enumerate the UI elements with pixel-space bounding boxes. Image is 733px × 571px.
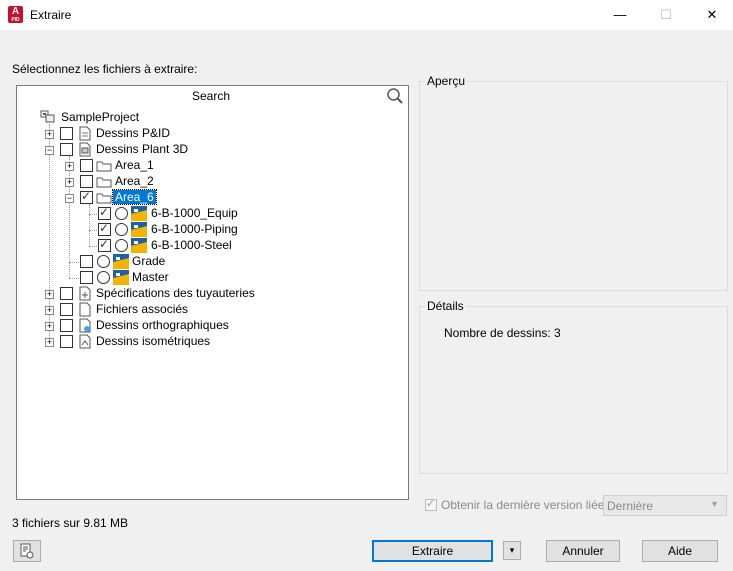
tree-item-steel[interactable]: 6-B-1000-Steel bbox=[151, 238, 232, 252]
tree-item-sampleproject[interactable]: SampleProject bbox=[61, 110, 139, 124]
drawing-count: Nombre de dessins: 3 bbox=[444, 326, 561, 340]
checkbox-master[interactable] bbox=[80, 271, 93, 284]
radio-piping[interactable] bbox=[115, 223, 128, 236]
details-title: Détails bbox=[425, 299, 466, 313]
latest-version-checkbox[interactable]: ✓ bbox=[425, 498, 437, 511]
folder-icon bbox=[96, 161, 112, 172]
checkbox-grade[interactable] bbox=[80, 255, 93, 268]
iso-drawings-icon bbox=[79, 334, 91, 349]
collapse-toggle[interactable]: − bbox=[45, 146, 54, 155]
tree-item-master[interactable]: Master bbox=[132, 270, 169, 284]
folder-icon bbox=[96, 193, 112, 204]
expand-toggle[interactable]: + bbox=[45, 290, 54, 299]
tree-item-equip[interactable]: 6-B-1000_Equip bbox=[151, 206, 238, 220]
window-title: Extraire bbox=[30, 8, 72, 22]
tree-item-grade[interactable]: Grade bbox=[132, 254, 165, 268]
plant3d-model-icon bbox=[113, 254, 129, 269]
checkbox-piping[interactable] bbox=[98, 221, 111, 236]
expand-toggle[interactable]: + bbox=[45, 338, 54, 347]
project-icon bbox=[40, 110, 55, 123]
tree-item-piping[interactable]: 6-B-1000-Piping bbox=[151, 222, 238, 236]
folder-icon bbox=[96, 177, 112, 188]
chevron-down-icon: ▾ bbox=[712, 499, 718, 510]
checkbox-equip[interactable] bbox=[98, 205, 111, 220]
tree-item-specs[interactable]: Spécifications des tuyauteries bbox=[96, 286, 255, 300]
tree-item-iso[interactable]: Dessins isométriques bbox=[96, 334, 210, 348]
plant3d-model-icon bbox=[131, 238, 147, 253]
preview-group bbox=[419, 81, 728, 291]
tree-line bbox=[89, 204, 90, 246]
plant3d-model-icon bbox=[131, 206, 147, 221]
checkbox-steel[interactable] bbox=[98, 237, 111, 252]
radio-master[interactable] bbox=[97, 271, 110, 284]
status-text: 3 fichiers sur 9.81 MB bbox=[12, 516, 129, 530]
log-icon bbox=[20, 543, 34, 559]
annuler-button[interactable]: Annuler bbox=[546, 540, 620, 562]
maximize-button: ☐ bbox=[660, 7, 672, 22]
tree-line bbox=[89, 230, 97, 231]
tree-item-area-2[interactable]: Area_2 bbox=[115, 174, 154, 188]
pid-drawings-icon bbox=[79, 126, 91, 141]
pipe-spec-icon bbox=[79, 286, 91, 301]
checkbox-area-1[interactable] bbox=[80, 159, 93, 172]
checkbox-area-6[interactable] bbox=[80, 189, 93, 204]
expand-toggle[interactable]: + bbox=[45, 322, 54, 331]
tree-item-area-6[interactable]: Area_6 bbox=[112, 189, 157, 205]
plant3d-drawings-icon bbox=[79, 142, 91, 157]
tree-item-fichiers[interactable]: Fichiers associés bbox=[96, 302, 188, 316]
collapse-toggle[interactable]: − bbox=[65, 194, 74, 203]
tree-line bbox=[69, 156, 70, 278]
checkbox-ortho[interactable] bbox=[60, 319, 73, 332]
plant3d-model-icon bbox=[113, 270, 129, 285]
expand-toggle[interactable]: + bbox=[45, 306, 54, 315]
checkbox-fichiers[interactable] bbox=[60, 303, 73, 316]
radio-equip[interactable] bbox=[115, 207, 128, 220]
ortho-drawings-icon bbox=[79, 318, 91, 333]
aide-button[interactable]: Aide bbox=[642, 540, 718, 562]
tree-item-area-1[interactable]: Area_1 bbox=[115, 158, 154, 172]
log-button[interactable] bbox=[13, 540, 41, 562]
tree-item-dessins-plant3d[interactable]: Dessins Plant 3D bbox=[96, 142, 188, 156]
checkbox-specs[interactable] bbox=[60, 287, 73, 300]
minimize-button[interactable]: — bbox=[597, 0, 643, 30]
search-label: Search bbox=[191, 89, 231, 103]
expand-toggle[interactable]: + bbox=[65, 162, 74, 171]
checkbox-dessins-pid[interactable] bbox=[60, 127, 73, 140]
checkbox-area-2[interactable] bbox=[80, 175, 93, 188]
preview-title: Aperçu bbox=[425, 74, 468, 88]
latest-version-label: Obtenir la dernière version liée bbox=[441, 498, 605, 512]
expand-toggle[interactable]: + bbox=[65, 178, 74, 187]
extraire-dropdown-button[interactable]: ▾ bbox=[503, 541, 521, 560]
checkbox-dessins-plant3d[interactable] bbox=[60, 143, 73, 156]
radio-grade[interactable] bbox=[97, 255, 110, 268]
app-icon: A PID bbox=[8, 6, 23, 23]
extraire-button[interactable]: Extraire bbox=[372, 540, 493, 562]
tree-line bbox=[89, 214, 97, 215]
tree-item-ortho[interactable]: Dessins orthographiques bbox=[96, 318, 229, 332]
select-files-label: Sélectionnez les fichiers à extraire: bbox=[12, 62, 198, 76]
version-select-value: Dernière bbox=[607, 499, 654, 513]
tree-line bbox=[89, 246, 97, 247]
plant3d-model-icon bbox=[131, 222, 147, 237]
search-icon[interactable] bbox=[386, 87, 404, 105]
close-button[interactable]: ✕ bbox=[689, 0, 733, 30]
checkbox-iso[interactable] bbox=[60, 335, 73, 348]
expand-toggle[interactable]: + bbox=[45, 130, 54, 139]
tree-item-dessins-pid[interactable]: Dessins P&ID bbox=[96, 126, 170, 140]
related-files-icon bbox=[79, 302, 91, 317]
radio-steel[interactable] bbox=[115, 239, 128, 252]
